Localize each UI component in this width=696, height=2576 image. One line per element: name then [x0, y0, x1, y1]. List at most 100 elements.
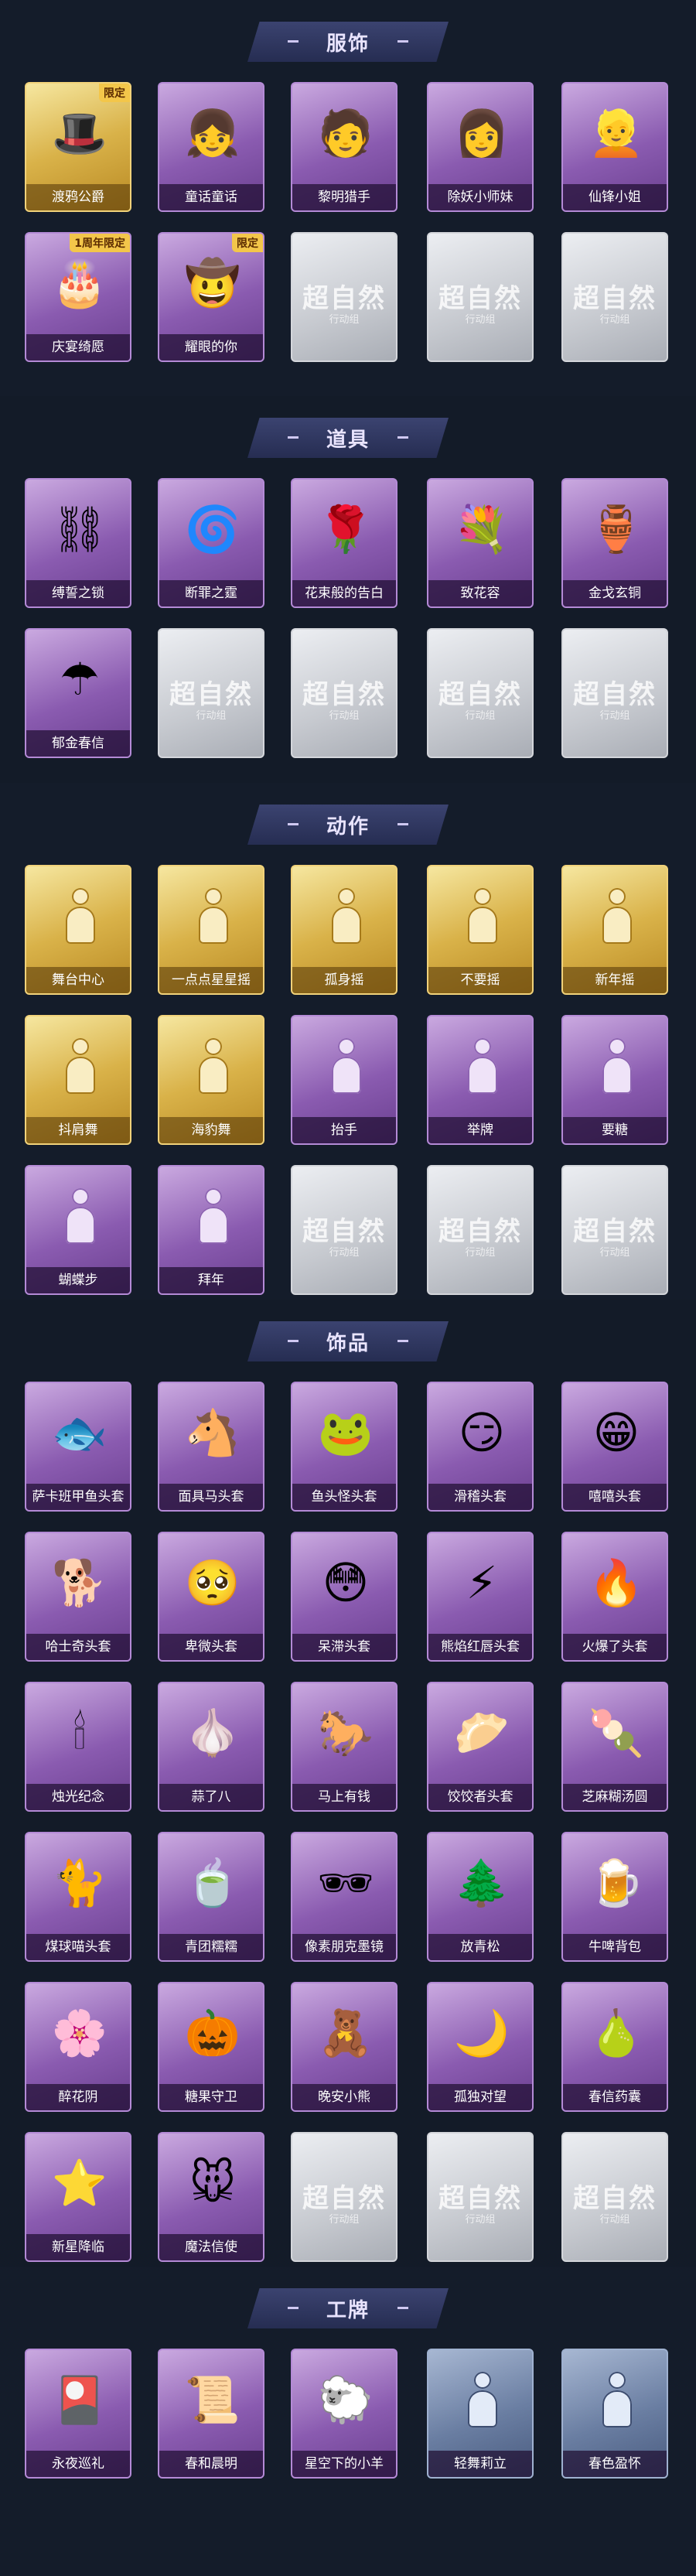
item-card[interactable]: 🎴 永夜巡礼 [25, 2349, 131, 2479]
item-card[interactable]: 🥺 卑微头套 [158, 1532, 264, 1662]
item-card[interactable]: ☂ 郁金春信 [25, 628, 131, 758]
item-card[interactable]: 🐎 马上有钱 [291, 1682, 397, 1812]
item-card[interactable]: 🌸 醉花阴 [25, 1982, 131, 2112]
item-label: 仙锋小姐 [563, 184, 667, 210]
placeholder-logo-text: 超自然 [302, 679, 386, 710]
item-label: 熊焰红唇头套 [428, 1634, 532, 1660]
item-card[interactable]: 🌹 花束般的告白 [291, 478, 397, 608]
item-card[interactable]: ⚡ 熊焰红唇头套 [427, 1532, 534, 1662]
item-card[interactable]: 🐸 鱼头怪头套 [291, 1382, 397, 1512]
item-card[interactable]: 🍐 春信药囊 [561, 1982, 668, 2112]
item-card[interactable]: 春色盈怀 [561, 2349, 668, 2479]
item-card[interactable]: 🎃 糖果守卫 [158, 1982, 264, 2112]
item-card[interactable]: 👱 仙锋小姐 [561, 82, 668, 212]
item-card[interactable]: ⛓ 缚誓之锁 [25, 478, 131, 608]
item-icon: 🎃 [178, 1997, 247, 2069]
silhouette-body [332, 1057, 361, 1094]
pose-silhouette-icon [593, 885, 640, 947]
item-card[interactable]: 海豹舞 [158, 1015, 264, 1145]
item-card[interactable]: 🐴 面具马头套 [158, 1382, 264, 1512]
item-icon: 🤠 [178, 248, 247, 319]
item-card[interactable]: 🧄 蒜了八 [158, 1682, 264, 1812]
item-card[interactable]: 🍡 芝麻糊汤圆 [561, 1682, 668, 1812]
item-card[interactable]: 孤身摇 [291, 865, 397, 995]
item-card[interactable]: 📜 春和晨明 [158, 2349, 264, 2479]
section-title: 饰品 [247, 1321, 449, 1361]
locked-item-card[interactable]: 超自然 行动组 [291, 2132, 397, 2262]
placeholder-logo-text: 超自然 [302, 2183, 386, 2214]
item-card[interactable]: 🤠 耀眼的你 限定 [158, 232, 264, 362]
item-label: 火爆了头套 [563, 1634, 667, 1660]
item-card[interactable]: 🌀 断罪之霆 [158, 478, 264, 608]
item-glyph-icon: 😳 [322, 1556, 370, 1609]
item-card[interactable]: 新年摇 [561, 865, 668, 995]
item-card[interactable]: 😳 呆滞头套 [291, 1532, 397, 1662]
item-card[interactable]: 🌲 放青松 [427, 1832, 534, 1962]
item-card[interactable]: 拜年 [158, 1165, 264, 1295]
item-glyph-icon: 🎩 [51, 107, 108, 159]
item-card[interactable]: 😁 嘻嘻头套 [561, 1382, 668, 1512]
item-card[interactable]: 🐟 萨卡班甲鱼头套 [25, 1382, 131, 1512]
silhouette-body [602, 2390, 632, 2427]
item-icon: ⭐ [45, 2147, 114, 2219]
locked-item-card[interactable]: 超自然 行动组 [427, 2132, 534, 2262]
item-card[interactable]: 不要摇 [427, 865, 534, 995]
item-icon: 🕶 [311, 1847, 380, 1918]
item-card[interactable]: 要糖 [561, 1015, 668, 1145]
item-icon: 🍺 [582, 1847, 651, 1918]
item-icon: 🍵 [178, 1847, 247, 1918]
limited-badge: 限定 [232, 234, 263, 252]
locked-item-card[interactable]: 超自然 行动组 [561, 1165, 668, 1295]
item-card[interactable]: ⭐ 新星降临 [25, 2132, 131, 2262]
locked-item-card[interactable]: 超自然 行动组 [291, 232, 397, 362]
placeholder-sub-text: 行动组 [196, 710, 227, 722]
item-card[interactable]: 🥟 饺饺者头套 [427, 1682, 534, 1812]
locked-item-card[interactable]: 超自然 行动组 [427, 232, 534, 362]
item-label: 烛光纪念 [26, 1784, 130, 1810]
locked-item-card[interactable]: 超自然 行动组 [291, 628, 397, 758]
locked-item-card[interactable]: 超自然 行动组 [561, 628, 668, 758]
item-label: 除妖小师妹 [428, 184, 532, 210]
item-glyph-icon: 🐕 [51, 1556, 108, 1609]
item-card[interactable]: 🧸 晚安小熊 [291, 1982, 397, 2112]
title-ornament-right [397, 2307, 408, 2309]
item-card[interactable]: 轻舞莉立 [427, 2349, 534, 2479]
item-card[interactable]: 抖肩舞 [25, 1015, 131, 1145]
item-card[interactable]: 抬手 [291, 1015, 397, 1145]
item-card[interactable]: 🌙 孤独对望 [427, 1982, 534, 2112]
item-card[interactable]: 蝴蝶步 [25, 1165, 131, 1295]
item-card[interactable]: 舞台中心 [25, 865, 131, 995]
item-card[interactable]: 🐈 煤球喵头套 [25, 1832, 131, 1962]
item-card[interactable]: 👩 除妖小师妹 [427, 82, 534, 212]
locked-item-card[interactable]: 超自然 行动组 [427, 628, 534, 758]
locked-item-card[interactable]: 超自然 行动组 [561, 2132, 668, 2262]
item-card[interactable]: 🧑 黎明猎手 [291, 82, 397, 212]
item-card[interactable]: 🔥 火爆了头套 [561, 1532, 668, 1662]
item-card[interactable]: 🎂 庆宴绮愿 1周年限定 [25, 232, 131, 362]
item-card[interactable]: 🍺 牛啤背包 [561, 1832, 668, 1962]
item-card[interactable]: 🏺 金戈玄铜 [561, 478, 668, 608]
locked-item-card[interactable]: 超自然 行动组 [427, 1165, 534, 1295]
item-icon [447, 1030, 517, 1102]
item-card[interactable]: 一点点星星摇 [158, 865, 264, 995]
item-glyph-icon: ⛓ [51, 503, 108, 555]
pose-silhouette-icon [593, 2369, 640, 2431]
item-card[interactable]: 👧 童话童话 [158, 82, 264, 212]
item-card[interactable]: 🐕 哈士奇头套 [25, 1532, 131, 1662]
item-card[interactable]: 🎩 渡鸦公爵 限定 [25, 82, 131, 212]
item-card[interactable]: 🍵 青团糯糯 [158, 1832, 264, 1962]
item-label: 春色盈怀 [563, 2451, 667, 2477]
item-card[interactable]: 🕯 烛光纪念 [25, 1682, 131, 1812]
pose-silhouette-icon [189, 1035, 236, 1097]
item-card[interactable]: 😏 滑稽头套 [427, 1382, 534, 1512]
locked-item-card[interactable]: 超自然 行动组 [158, 628, 264, 758]
item-card[interactable]: 🐑 星空下的小羊 [291, 2349, 397, 2479]
locked-item-card[interactable]: 超自然 行动组 [561, 232, 668, 362]
item-card[interactable]: 💐 致花容 [427, 478, 534, 608]
item-card[interactable]: 🕶 像素朋克墨镜 [291, 1832, 397, 1962]
item-glyph-icon: 👱 [588, 107, 645, 159]
item-card[interactable]: 🐭 魔法信使 [158, 2132, 264, 2262]
item-card[interactable]: 举牌 [427, 1015, 534, 1145]
locked-item-card[interactable]: 超自然 行动组 [291, 1165, 397, 1295]
item-glyph-icon: 🥟 [453, 1707, 510, 1759]
